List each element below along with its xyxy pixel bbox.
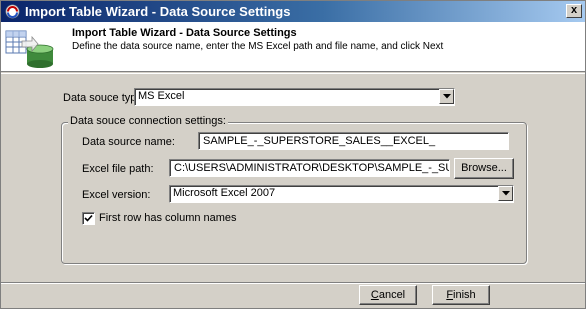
source-type-dropdown-arrow[interactable]	[439, 89, 454, 104]
excel-version-value: Microsoft Excel 2007	[173, 187, 276, 199]
chevron-down-icon	[502, 191, 510, 196]
source-type-value: MS Excel	[138, 90, 185, 102]
chevron-down-icon	[443, 94, 451, 99]
banner-divider	[1, 73, 585, 74]
file-path-value: C:\USERS\ADMINISTRATOR\DESKTOP\SAMPLE_-_…	[174, 162, 450, 174]
cancel-label: ancel	[378, 289, 406, 301]
source-name-label: Data source name:	[82, 136, 175, 148]
first-row-checkbox[interactable]	[82, 212, 95, 225]
title-bar[interactable]: Import Table Wizard - Data Source Settin…	[1, 1, 585, 22]
import-table-wizard-window: Import Table Wizard - Data Source Settin…	[0, 0, 586, 309]
cancel-mnemonic: C	[370, 289, 379, 301]
excel-version-label: Excel version:	[82, 189, 151, 201]
source-type-dropdown[interactable]: MS Excel	[134, 88, 455, 106]
header-banner: Import Table Wizard - Data Source Settin…	[1, 22, 585, 72]
finish-label: inish	[453, 289, 476, 301]
checkmark-icon	[84, 214, 93, 222]
banner-description: Define the data source name, enter the M…	[72, 41, 444, 52]
footer-divider-highlight	[1, 283, 585, 284]
source-name-input[interactable]: SAMPLE_-_SUPERSTORE_SALES__EXCEL_	[198, 132, 509, 150]
banner-title: Import Table Wizard - Data Source Settin…	[72, 27, 297, 39]
file-path-label: Excel file path:	[82, 163, 154, 175]
table-database-icon	[5, 30, 54, 68]
file-path-input[interactable]: C:\USERS\ADMINISTRATOR\DESKTOP\SAMPLE_-_…	[169, 159, 450, 177]
app-icon	[5, 4, 20, 19]
excel-version-dropdown[interactable]: Microsoft Excel 2007	[169, 185, 514, 203]
window-title: Import Table Wizard - Data Source Settin…	[25, 4, 291, 19]
close-button[interactable]: x	[566, 4, 582, 18]
connection-settings-legend: Data souce connection settings:	[68, 115, 228, 127]
excel-version-dropdown-arrow[interactable]	[498, 186, 513, 201]
source-name-value: SAMPLE_-_SUPERSTORE_SALES__EXCEL_	[203, 135, 436, 147]
first-row-label[interactable]: First row has column names	[99, 212, 237, 224]
browse-button[interactable]: Browse...	[454, 158, 514, 179]
finish-button[interactable]: Finish	[432, 285, 490, 305]
cancel-button[interactable]: Cancel	[359, 285, 417, 305]
